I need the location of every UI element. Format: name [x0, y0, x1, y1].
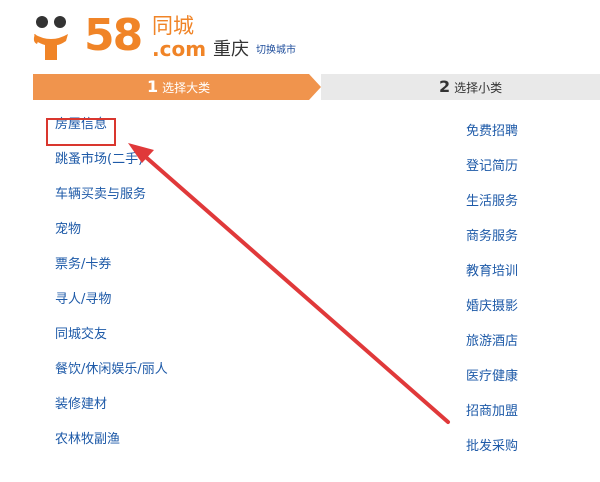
step-number: 2: [439, 77, 451, 96]
step-number: 1: [147, 77, 159, 96]
category-link[interactable]: 招商加盟: [466, 402, 518, 422]
category-link[interactable]: 装修建材: [55, 395, 107, 415]
logo-number[interactable]: 58: [84, 12, 143, 60]
category-link[interactable]: 车辆买卖与服务: [55, 185, 146, 205]
category-link[interactable]: 登记简历: [466, 157, 518, 177]
category-link[interactable]: 医疗健康: [466, 367, 518, 387]
step-arrow-divider: [309, 74, 321, 100]
category-link[interactable]: 宠物: [55, 220, 81, 240]
annotation-highlight-box: [46, 118, 116, 146]
category-link[interactable]: 生活服务: [466, 192, 518, 212]
current-city: 重庆: [213, 39, 249, 60]
category-link[interactable]: 批发采购: [466, 437, 518, 457]
site-header: 58 同城 .com 重庆 切换城市: [0, 0, 600, 72]
mascot-logo-icon[interactable]: [32, 14, 88, 66]
category-link[interactable]: 旅游酒店: [466, 332, 518, 352]
category-link[interactable]: 商务服务: [466, 227, 518, 247]
category-link[interactable]: 农林牧副渔: [55, 430, 120, 450]
category-link[interactable]: 婚庆摄影: [466, 297, 518, 317]
step-2-select-subcategory: 2 选择小类: [321, 74, 600, 100]
category-link[interactable]: 票务/卡券: [55, 255, 111, 275]
step-label: 选择小类: [454, 81, 503, 95]
category-link[interactable]: 免费招聘: [466, 122, 518, 142]
switch-city-link[interactable]: 切换城市: [256, 45, 296, 57]
step-progress-bar: 1 选择大类 2 选择小类: [33, 74, 600, 100]
logo-chinese-name[interactable]: 同城: [152, 14, 194, 38]
category-link[interactable]: 跳蚤市场(二手): [55, 150, 143, 170]
logo-domain[interactable]: .com: [152, 38, 206, 60]
step-1-select-category: 1 选择大类: [33, 74, 309, 100]
category-link[interactable]: 寻人/寻物: [55, 290, 111, 310]
step-label: 选择大类: [162, 81, 211, 95]
category-link[interactable]: 同城交友: [55, 325, 107, 345]
category-link[interactable]: 教育培训: [466, 262, 518, 282]
category-link[interactable]: 餐饮/休闲娱乐/丽人: [55, 360, 168, 380]
